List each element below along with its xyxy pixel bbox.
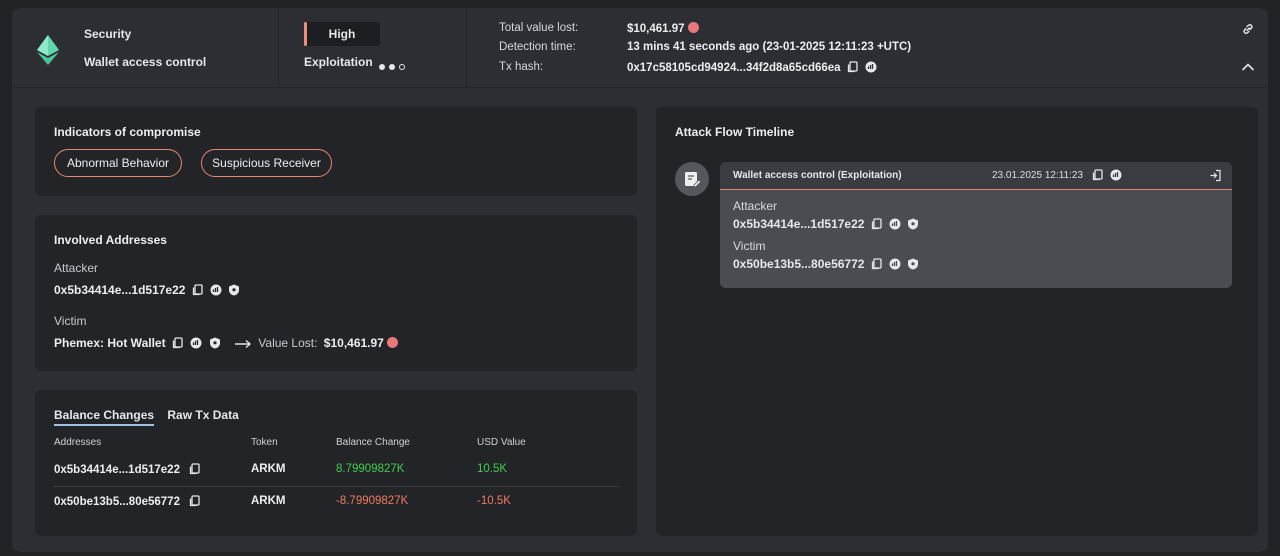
copy-icon[interactable] — [192, 284, 204, 296]
alert-badge-icon — [687, 22, 699, 33]
detection-time: 13 mins 41 seconds ago (23-01-2025 12:11… — [627, 41, 912, 53]
wallet-edit-icon — [685, 172, 702, 188]
explorer-icon[interactable] — [1110, 169, 1122, 184]
copy-icon[interactable] — [189, 495, 201, 507]
stage-label: Exploitation — [304, 55, 373, 69]
address-value[interactable]: 0x50be13b5...80e56772 — [54, 496, 180, 508]
row-usd-value: 10.5K — [477, 463, 508, 475]
total-value-lost-label: Total value lost: — [499, 22, 579, 34]
balance-changes-panel: Balance Changes Raw Tx Data Addresses To… — [35, 390, 637, 536]
event-victim-address[interactable]: 0x50be13b5...80e56772 — [733, 257, 864, 271]
event-attacker-address[interactable]: 0x5b34414e...1d517e22 — [733, 217, 864, 231]
attack-flow-timeline-panel: Attack Flow Timeline Wallet access contr… — [656, 107, 1258, 536]
victim-name[interactable]: Phemex: Hot Wallet — [54, 336, 166, 350]
row-token: ARKM — [251, 495, 286, 507]
event-victim-label: Victim — [733, 239, 766, 253]
explorer-icon[interactable] — [889, 258, 901, 270]
total-value-lost-value: $10,461.97 — [627, 23, 685, 35]
event-time: 23.01.2025 12:11:23 — [992, 170, 1084, 181]
total-value-lost: $10,461.97 — [627, 22, 699, 35]
stage-progress — [379, 59, 409, 73]
victim-label: Victim — [54, 314, 87, 328]
tab-raw-tx-data[interactable]: Raw Tx Data — [167, 408, 238, 424]
address-value[interactable]: 0x5b34414e...1d517e22 — [54, 464, 180, 476]
attacker-label: Attacker — [54, 261, 99, 275]
event-attacker-row: 0x5b34414e...1d517e22 — [733, 217, 919, 231]
event-title: Wallet access control (Exploitation) — [733, 170, 902, 181]
copy-icon[interactable] — [172, 337, 184, 349]
indicators-panel: Indicators of compromise Abnormal Behavi… — [35, 107, 637, 196]
shield-icon[interactable] — [907, 258, 919, 270]
chevron-up-icon[interactable] — [1241, 62, 1255, 72]
explorer-icon[interactable] — [210, 284, 222, 296]
incident-header: Security Wallet access control High Expl… — [12, 8, 1268, 88]
row-token: ARKM — [251, 463, 286, 475]
copy-icon[interactable] — [871, 258, 883, 270]
incident-type: Wallet access control — [84, 55, 207, 69]
balance-tabs: Balance Changes Raw Tx Data — [54, 408, 249, 426]
row-balance-change: 8.79909827K — [336, 463, 405, 475]
indicator-chip[interactable]: Suspicious Receiver — [201, 149, 332, 177]
shield-icon[interactable] — [209, 337, 221, 349]
column-header: Addresses — [54, 437, 102, 448]
attacker-address-row: 0x5b34414e...1d517e22 — [54, 283, 240, 297]
victim-row: Phemex: Hot Wallet Value Lost: $10,461.9… — [54, 336, 398, 350]
copy-icon[interactable] — [847, 61, 859, 73]
arrow-right-icon — [234, 339, 252, 349]
attacker-address[interactable]: 0x5b34414e...1d517e22 — [54, 283, 185, 297]
tx-hash-value: 0x17c58105cd94924...34f2d8a65cd66ea — [627, 62, 841, 74]
link-icon[interactable] — [1241, 22, 1255, 36]
column-header: Token — [251, 437, 278, 448]
copy-icon[interactable] — [1092, 169, 1104, 184]
tab-balance-changes[interactable]: Balance Changes — [54, 408, 155, 426]
column-header: USD Value — [477, 437, 526, 448]
row-usd-value: -10.5K — [477, 495, 511, 507]
stage-dot — [389, 64, 395, 70]
row-divider — [54, 486, 619, 487]
timeline-event-card[interactable]: Wallet access control (Exploitation) 23.… — [720, 162, 1232, 288]
divider — [278, 8, 279, 88]
alert-badge-icon — [386, 337, 398, 348]
severity-label: High — [328, 27, 356, 41]
value-lost-label: Value Lost: — [258, 336, 318, 350]
incident-category: Security — [84, 27, 132, 41]
incident-card: Security Wallet access control High Expl… — [12, 8, 1268, 552]
divider — [466, 8, 467, 88]
copy-icon[interactable] — [189, 463, 201, 475]
timeline-title: Attack Flow Timeline — [675, 125, 795, 139]
indicators-title: Indicators of compromise — [54, 125, 201, 139]
row-address: 0x5b34414e...1d517e22 — [54, 463, 201, 476]
involved-title: Involved Addresses — [54, 233, 167, 247]
stage-dot — [379, 64, 385, 70]
column-header: Balance Change — [336, 437, 410, 448]
explorer-icon[interactable] — [865, 61, 877, 73]
value-lost: $10,461.97 — [323, 336, 384, 350]
stage-dot — [399, 64, 405, 70]
open-icon[interactable] — [1209, 169, 1222, 185]
shield-icon[interactable] — [228, 284, 240, 296]
severity-badge: High — [304, 22, 380, 46]
tx-hash-label: Tx hash: — [499, 61, 544, 73]
indicator-chip[interactable]: Abnormal Behavior — [54, 149, 182, 177]
shield-icon[interactable] — [907, 218, 919, 230]
explorer-icon[interactable] — [190, 337, 202, 349]
row-address: 0x50be13b5...80e56772 — [54, 495, 201, 508]
event-attacker-label: Attacker — [733, 199, 778, 213]
row-balance-change: -8.79909827K — [336, 495, 409, 507]
ethereum-icon — [37, 35, 59, 65]
tx-hash: 0x17c58105cd94924...34f2d8a65cd66ea — [627, 61, 877, 74]
detection-time-label: Detection time: — [499, 41, 576, 53]
explorer-icon[interactable] — [889, 218, 901, 230]
event-victim-row: 0x50be13b5...80e56772 — [733, 257, 919, 271]
involved-addresses-panel: Involved Addresses Attacker 0x5b34414e..… — [35, 215, 637, 371]
event-header: Wallet access control (Exploitation) 23.… — [720, 162, 1232, 190]
copy-icon[interactable] — [871, 218, 883, 230]
timeline-event-icon — [675, 162, 709, 196]
